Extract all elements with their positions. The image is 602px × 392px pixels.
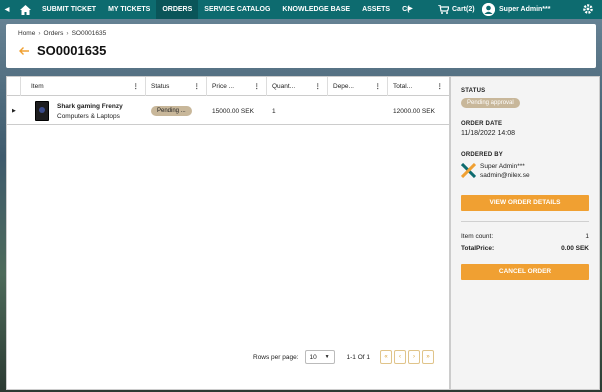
total-price-row: TotalPrice: 0.00 SEK [461, 245, 589, 252]
expand-row-icon[interactable]: ▶ [7, 97, 21, 125]
status-badge: Pending approval [461, 98, 520, 108]
status-badge: Pending ... [151, 106, 192, 116]
cell-price: 15000.00 SEK [212, 107, 254, 115]
expand-column-header [7, 77, 21, 96]
page-header: Home › Orders › SO0001635 SO0001635 [6, 24, 596, 68]
table-row[interactable]: ▶ Shark gaming Frenzy Computers & Laptop… [7, 97, 449, 125]
cell-quantity: 1 [272, 107, 276, 115]
page-title: SO0001635 [37, 43, 107, 58]
nilex-logo-icon [461, 163, 476, 178]
back-arrow-icon[interactable] [18, 46, 30, 56]
column-menu-icon[interactable]: ⋮ [254, 77, 261, 96]
column-menu-icon[interactable]: ⋮ [315, 77, 322, 96]
nav-service-catalog[interactable]: SERVICE CATALOG [198, 0, 276, 19]
cell-total: 12000.00 SEK [393, 107, 435, 115]
rows-per-page-select[interactable]: 10 ▼ [304, 350, 335, 364]
product-category: Computers & Laptops [57, 112, 120, 120]
cell-depends [328, 97, 388, 125]
cart-button[interactable]: Cart(2) [438, 0, 475, 19]
nav-scroll-left-icon[interactable]: ◀ [0, 6, 14, 13]
next-page-icon[interactable]: › [408, 350, 421, 364]
orderer: Super Admin*** sadmin@nilex.se [461, 163, 530, 179]
nav-my-tickets[interactable]: MY TICKETS [102, 0, 156, 19]
rows-per-page-label: Rows per page: [253, 353, 299, 361]
product-image [35, 101, 49, 121]
order-summary-panel: STATUS Pending approval ORDER DATE 11/18… [450, 76, 600, 390]
chevron-down-icon: ▼ [324, 354, 330, 360]
column-header-depends[interactable]: Depe... ⋮ [328, 77, 388, 96]
nav-assets[interactable]: ASSETS [356, 0, 396, 19]
item-count-row: Item count: 1 [461, 233, 589, 240]
user-name: Super Admin*** [499, 6, 551, 13]
column-header-quantity[interactable]: Quant... ⋮ [267, 77, 328, 96]
pagination: Rows per page: 10 ▼ 1-1 Of 1 « ‹ › » [253, 350, 435, 364]
nav-knowledge-base[interactable]: KNOWLEDGE BASE [276, 0, 356, 19]
page-range: 1-1 Of 1 [346, 353, 371, 361]
ordered-by-label: ORDERED BY [461, 152, 504, 158]
cell-status: Pending ... [146, 97, 207, 125]
previous-page-icon[interactable]: ‹ [394, 350, 407, 364]
column-menu-icon[interactable]: ⋮ [437, 77, 444, 96]
status-label: STATUS [461, 88, 486, 94]
order-date-label: ORDER DATE [461, 121, 503, 127]
column-menu-icon[interactable]: ⋮ [375, 77, 382, 96]
cancel-order-button[interactable]: CANCEL ORDER [461, 264, 589, 280]
cart-label: Cart(2) [452, 6, 475, 13]
column-header-price[interactable]: Price ... ⋮ [207, 77, 267, 96]
nav-submit-ticket[interactable]: SUBMIT TICKET [36, 0, 102, 19]
gear-icon[interactable] [582, 3, 594, 15]
column-menu-icon[interactable]: ⋮ [133, 77, 140, 96]
order-items-panel: Item ⋮ Status ⋮ Price ... ⋮ Quant... ⋮ Depe.… [6, 76, 450, 390]
breadcrumb-orders[interactable]: Orders [44, 30, 64, 37]
last-page-icon[interactable]: » [422, 350, 435, 364]
column-menu-icon[interactable]: ⋮ [194, 77, 201, 96]
top-nav-bar: ◀ SUBMIT TICKET MY TICKETS ORDERS SERVIC… [0, 0, 602, 19]
nav-orders[interactable]: ORDERS [156, 0, 199, 19]
breadcrumb-separator-icon: › [66, 30, 69, 37]
orderer-email: sadmin@nilex.se [480, 172, 530, 179]
column-header-status[interactable]: Status ⋮ [146, 77, 207, 96]
column-header-item[interactable]: Item ⋮ [21, 77, 146, 96]
first-page-icon[interactable]: « [380, 350, 393, 364]
user-menu[interactable]: Super Admin*** [482, 0, 550, 19]
home-icon[interactable] [14, 4, 36, 15]
product-name: Shark gaming Frenzy [57, 102, 123, 110]
table-header: Item ⋮ Status ⋮ Price ... ⋮ Quant... ⋮ Depe.… [7, 77, 449, 96]
breadcrumb: Home › Orders › SO0001635 [18, 30, 106, 37]
breadcrumb-separator-icon: › [38, 30, 41, 37]
divider [461, 221, 589, 222]
view-order-details-button[interactable]: VIEW ORDER DETAILS [461, 195, 589, 211]
column-header-total[interactable]: Total... ⋮ [388, 77, 449, 96]
orderer-name: Super Admin*** [480, 163, 525, 170]
avatar [482, 3, 495, 16]
nav-scroll-right-icon[interactable]: ▶ [408, 0, 413, 19]
breadcrumb-current: SO0001635 [71, 30, 107, 37]
cart-icon [438, 5, 449, 14]
breadcrumb-home[interactable]: Home [18, 30, 35, 37]
order-date: 11/18/2022 14:08 [461, 130, 515, 137]
cell-item: Shark gaming Frenzy Computers & Laptops [21, 97, 146, 125]
